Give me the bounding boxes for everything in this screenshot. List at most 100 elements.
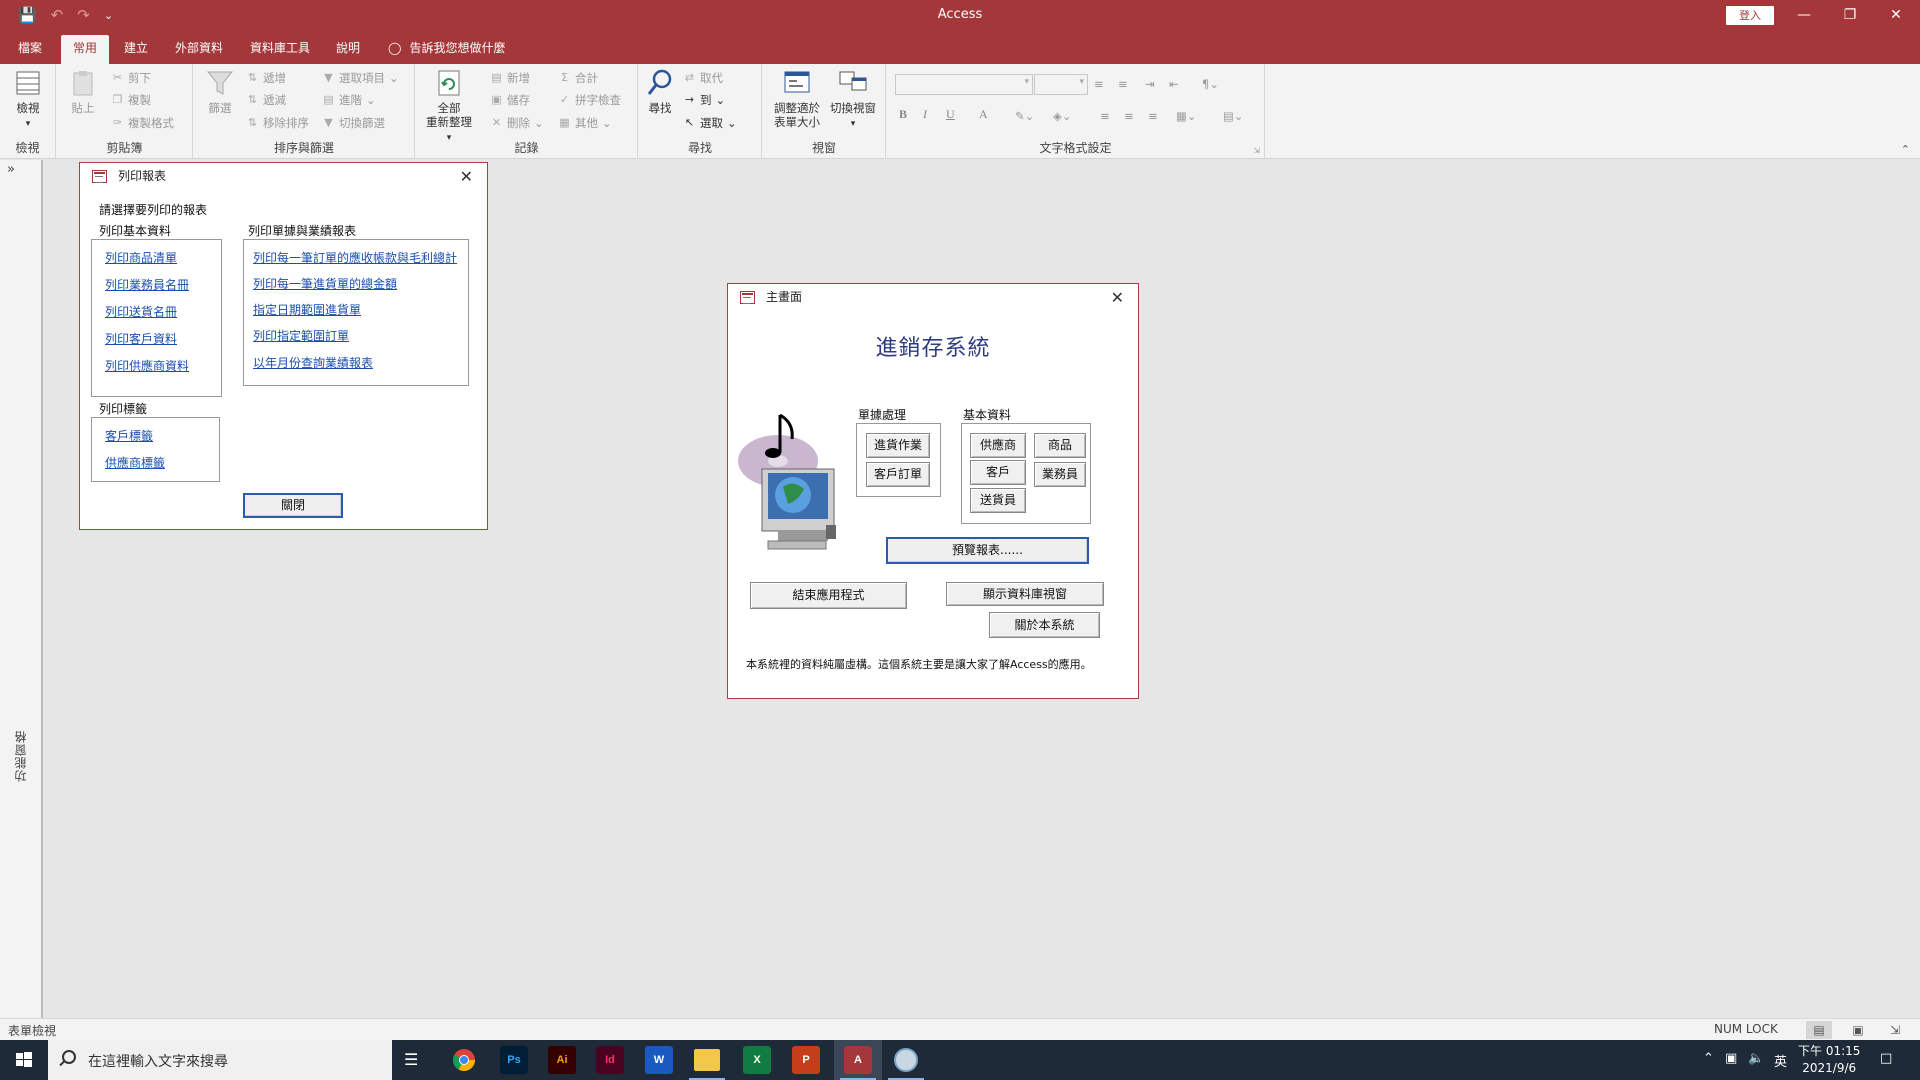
selection-button[interactable]: ▼ 選取項目 ⌄ [322, 70, 398, 86]
remove-sort-button[interactable]: ⇅ 移除排序 [246, 115, 309, 131]
numbering-icon[interactable]: ≡ [1118, 77, 1128, 91]
link-customer-labels[interactable]: 客戶標籤 [105, 427, 153, 444]
spelling-button[interactable]: ✓ 拼字檢查 [558, 92, 621, 108]
tab-create[interactable]: 建立 [112, 35, 160, 64]
new-record-button[interactable]: ▤ 新增 [490, 70, 530, 86]
link-purchase-date-range[interactable]: 指定日期範圍進貨單 [253, 301, 361, 318]
exit-application-button[interactable]: 結束應用程式 [750, 582, 907, 609]
italic-button[interactable]: I [923, 107, 927, 122]
fill-color-icon[interactable]: ◈⌄ [1053, 109, 1071, 123]
indent-increase-icon[interactable]: ⇥ [1145, 77, 1155, 91]
word-icon[interactable]: W [645, 1046, 673, 1074]
advanced-button[interactable]: ▤ 進階 ⌄ [322, 92, 375, 108]
align-center-icon[interactable]: ≡ [1124, 109, 1134, 123]
navigation-pane[interactable]: » 功能窗格 [0, 160, 43, 1018]
highlight-icon[interactable]: ✎⌄ [1015, 109, 1034, 123]
tab-file[interactable]: 檔案 [6, 35, 54, 64]
sort-ascending-button[interactable]: ⇅ 遞增 [246, 70, 286, 86]
find-button[interactable]: 尋找 [645, 68, 675, 115]
tell-me-box[interactable]: ◯ 告訴我您想做什麼 [388, 35, 505, 64]
paint-app-icon[interactable] [894, 1048, 918, 1072]
link-customer-data[interactable]: 列印客戶資料 [105, 330, 177, 347]
tab-database-tools[interactable]: 資料庫工具 [238, 35, 322, 64]
link-order-receivables[interactable]: 列印每一筆訂單的應收帳款與毛利總計 [253, 249, 457, 266]
goto-button[interactable]: → 到 ⌄ [683, 92, 725, 108]
size-to-fit-button[interactable]: 調整適於 表單大小 [771, 68, 823, 129]
underline-button[interactable]: U [946, 107, 955, 122]
illustrator-icon[interactable]: Ai [548, 1046, 576, 1074]
indesign-icon[interactable]: Id [596, 1046, 624, 1074]
photoshop-icon[interactable]: Ps [500, 1046, 528, 1074]
more-button[interactable]: ▦ 其他 ⌄ [558, 115, 611, 131]
access-icon[interactable]: A [844, 1046, 872, 1074]
excel-icon[interactable]: X [743, 1046, 771, 1074]
sort-descending-button[interactable]: ⇅ 遞減 [246, 92, 286, 108]
form-view-icon[interactable]: ▤ [1806, 1021, 1832, 1039]
indent-decrease-icon[interactable]: ⇤ [1169, 77, 1179, 91]
paste-button[interactable]: 貼上 [65, 68, 101, 115]
link-order-range[interactable]: 列印指定範圍訂單 [253, 327, 349, 344]
file-explorer-icon[interactable] [694, 1049, 720, 1071]
restore-button[interactable]: ❐ [1827, 0, 1873, 31]
about-button[interactable]: 關於本系統 [989, 612, 1100, 638]
print-form-close-icon[interactable]: ✕ [460, 167, 473, 186]
signin-button[interactable]: 登入 [1726, 6, 1774, 25]
delete-record-button[interactable]: ✕ 刪除 ⌄ [490, 115, 544, 131]
toggle-filter-button[interactable]: ▼ 切換篩選 [322, 115, 385, 131]
salesperson-button[interactable]: 業務員 [1034, 462, 1086, 487]
tab-help[interactable]: 說明 [324, 35, 372, 64]
notification-icon[interactable]: □ [1880, 1051, 1892, 1066]
link-salesperson-roster[interactable]: 列印業務員名冊 [105, 276, 189, 293]
format-painter-button[interactable]: ✑ 複製格式 [111, 115, 174, 131]
purchase-button[interactable]: 進貨作業 [866, 433, 930, 458]
paragraph-dir-icon[interactable]: ¶⌄ [1202, 77, 1219, 91]
link-product-list[interactable]: 列印商品清單 [105, 249, 177, 266]
select-button[interactable]: ↖ 選取 ⌄ [683, 115, 737, 131]
align-left-icon[interactable]: ≡ [1100, 109, 1110, 123]
powerpoint-icon[interactable]: P [792, 1046, 820, 1074]
chrome-icon[interactable] [452, 1048, 476, 1072]
delivery-person-button[interactable]: 送貨員 [970, 488, 1026, 513]
switch-windows-button[interactable]: 切換視窗 ▾ [827, 68, 879, 131]
tab-external-data[interactable]: 外部資料 [163, 35, 235, 64]
preview-report-button[interactable]: 預覽報表...... [886, 537, 1089, 564]
tray-overflow-icon[interactable]: ⌃ [1703, 1051, 1714, 1066]
ime-indicator[interactable]: 英 [1774, 1051, 1787, 1070]
copy-button[interactable]: ❐ 複製 [111, 92, 151, 108]
network-icon[interactable]: ▣ [1725, 1051, 1737, 1066]
customer-button[interactable]: 客戶 [970, 460, 1026, 485]
font-color-button[interactable]: A [979, 107, 988, 122]
replace-button[interactable]: ⇄ 取代 [683, 70, 723, 86]
product-button[interactable]: 商品 [1034, 433, 1086, 458]
save-record-button[interactable]: ▣ 儲存 [490, 92, 530, 108]
view-button[interactable]: 檢視 ▾ [8, 68, 48, 131]
close-window-button[interactable]: ✕ [1873, 0, 1919, 31]
gridlines-icon[interactable]: ▤⌄ [1223, 109, 1244, 123]
windows-start-icon[interactable] [0, 1040, 48, 1080]
link-supplier-data[interactable]: 列印供應商資料 [105, 357, 189, 374]
dialog-launcher-icon[interactable]: ⇲ [1253, 146, 1260, 155]
volume-icon[interactable]: 🔈 [1748, 1051, 1764, 1066]
totals-button[interactable]: Σ 合計 [558, 70, 598, 86]
collapse-ribbon-icon[interactable]: ⌃ [1901, 143, 1910, 156]
minimize-button[interactable]: — [1781, 0, 1827, 31]
layout-view-icon[interactable]: ▣ [1845, 1021, 1871, 1039]
taskbar-search[interactable]: 在這裡輸入文字來搜尋 [48, 1040, 392, 1080]
refresh-all-button[interactable]: 全部 重新整理▾ [424, 68, 474, 145]
system-clock[interactable]: 下午 01:15 2021/9/6 [1798, 1043, 1860, 1077]
close-button[interactable]: 關閉 [243, 493, 343, 518]
alt-row-color-icon[interactable]: ▦⌄ [1176, 109, 1197, 123]
link-delivery-roster[interactable]: 列印送貨名冊 [105, 303, 177, 320]
task-view-icon[interactable]: ☰ [404, 1050, 418, 1069]
font-size-combo[interactable]: ▾ [1034, 74, 1088, 95]
bullets-icon[interactable]: ≡ [1094, 77, 1104, 91]
link-purchase-totals[interactable]: 列印每一筆進貨單的總金額 [253, 275, 397, 292]
show-database-window-button[interactable]: 顯示資料庫視窗 [946, 582, 1104, 606]
font-name-combo[interactable]: ▾ [895, 74, 1033, 95]
tab-home[interactable]: 常用 [61, 35, 110, 64]
link-supplier-labels[interactable]: 供應商標籤 [105, 454, 165, 471]
align-right-icon[interactable]: ≡ [1148, 109, 1158, 123]
design-view-icon[interactable]: ⇲ [1882, 1021, 1908, 1039]
cut-button[interactable]: ✂ 剪下 [111, 70, 151, 86]
link-sales-performance[interactable]: 以年月份查詢業績報表 [253, 354, 373, 371]
